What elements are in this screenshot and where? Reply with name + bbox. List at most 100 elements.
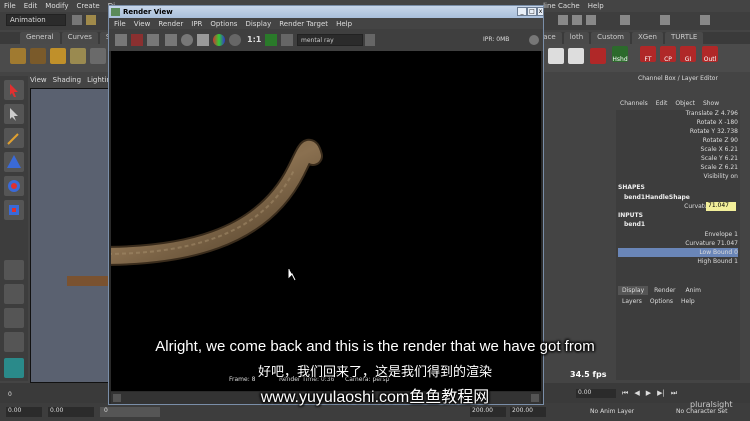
- redo-render-icon[interactable]: [115, 34, 127, 46]
- paint-tool-icon[interactable]: [4, 128, 24, 148]
- tab-display[interactable]: Display: [618, 286, 649, 295]
- shelf-tab-curves[interactable]: Curves: [61, 32, 98, 44]
- range-end-field-2[interactable]: 200.00: [510, 407, 546, 417]
- gear-icon[interactable]: [529, 35, 539, 45]
- snapshot-icon[interactable]: [147, 34, 159, 46]
- rv-menu-display[interactable]: Display: [245, 20, 271, 28]
- real-size-button[interactable]: 1:1: [247, 35, 261, 44]
- shelf-tab-turtle[interactable]: TURTLE: [664, 32, 704, 44]
- rv-menu-render[interactable]: Render: [158, 20, 183, 28]
- tool-icon[interactable]: [90, 48, 106, 64]
- polygon-icon[interactable]: [30, 48, 46, 64]
- scale-tool-icon[interactable]: [4, 200, 24, 220]
- ipr-render-icon[interactable]: [586, 15, 596, 25]
- maximize-button[interactable]: □: [527, 7, 537, 16]
- channel-row[interactable]: Scale X 6.21: [701, 146, 738, 153]
- rv-menu-help[interactable]: Help: [336, 20, 352, 28]
- ipr-icon[interactable]: [131, 34, 143, 46]
- checker-icon[interactable]: [548, 48, 564, 64]
- menu-file[interactable]: File: [4, 2, 16, 10]
- mode-select[interactable]: Animation: [6, 14, 66, 26]
- plane-icon[interactable]: [70, 48, 86, 64]
- anim-layer-select[interactable]: No Anim Layer: [590, 408, 634, 415]
- channel-row[interactable]: High Bound 1: [697, 258, 738, 265]
- viewport-menu-shading[interactable]: Shading: [53, 76, 81, 88]
- curvature-field[interactable]: 71.047: [706, 202, 736, 211]
- options-menu[interactable]: Options: [650, 298, 673, 305]
- refresh-icon[interactable]: [181, 34, 193, 46]
- close-button[interactable]: x: [537, 7, 544, 16]
- channel-row-selected[interactable]: Low Bound 0: [699, 249, 738, 256]
- range-start-field[interactable]: 0.00: [6, 407, 42, 417]
- shelf-tab-custom[interactable]: Custom: [591, 32, 630, 44]
- rgb-channel-icon[interactable]: [213, 34, 225, 46]
- gi-button[interactable]: GI: [680, 46, 696, 63]
- layout-split-icon[interactable]: [4, 308, 24, 328]
- show-menu[interactable]: Show: [703, 100, 719, 107]
- attribute-editor-icon[interactable]: [620, 15, 630, 25]
- lasso-tool-icon[interactable]: [4, 104, 24, 124]
- layout-four-icon[interactable]: [4, 284, 24, 304]
- render-settings-icon[interactable]: [558, 15, 568, 25]
- ft-button[interactable]: FT: [640, 46, 656, 63]
- shelf-tab-cloth[interactable]: loth: [563, 32, 590, 44]
- channels-menu[interactable]: Channels: [620, 100, 648, 107]
- outl-button[interactable]: Outl: [702, 46, 718, 63]
- channel-row[interactable]: Rotate Y 32.738: [690, 128, 738, 135]
- open-scene-icon[interactable]: [86, 15, 96, 25]
- region-icon[interactable]: [165, 34, 177, 46]
- range-bar-handle[interactable]: 0: [100, 407, 160, 417]
- edit-menu[interactable]: Edit: [656, 100, 668, 107]
- cube-icon[interactable]: [10, 48, 26, 64]
- rv-menu-options[interactable]: Options: [210, 20, 237, 28]
- channel-row[interactable]: Curvature 71.047: [685, 240, 738, 247]
- rotate-tool-icon[interactable]: [4, 176, 24, 196]
- minimize-button[interactable]: _: [517, 7, 527, 16]
- cylinder-icon[interactable]: [50, 48, 66, 64]
- menu-create[interactable]: Create: [76, 2, 99, 10]
- alpha-channel-icon[interactable]: [229, 34, 241, 46]
- checker-icon-2[interactable]: [568, 48, 584, 64]
- channel-row[interactable]: Rotate Z 90: [703, 137, 738, 144]
- render-view-titlebar[interactable]: Render View: [109, 6, 543, 18]
- tab-anim[interactable]: Anim: [682, 286, 705, 295]
- channel-row[interactable]: Translate Z 4.796: [686, 110, 738, 117]
- channel-box-icon[interactable]: [700, 15, 710, 25]
- menu-edit[interactable]: Edit: [24, 2, 38, 10]
- channel-row[interactable]: Scale Z 6.21: [701, 164, 738, 171]
- render-frame-icon[interactable]: [572, 15, 582, 25]
- rv-menu-view[interactable]: View: [134, 20, 151, 28]
- character-set-select[interactable]: No Character Set: [676, 408, 727, 415]
- move-tool-icon[interactable]: [4, 152, 24, 172]
- menu-cache[interactable]: line Cache: [543, 2, 580, 10]
- renderer-select[interactable]: mental ray: [297, 34, 363, 46]
- hshd-button[interactable]: Hshd: [612, 46, 628, 63]
- rv-menu-render-target[interactable]: Render Target: [279, 20, 328, 28]
- menu-help[interactable]: Help: [588, 2, 604, 10]
- display-icon[interactable]: [265, 34, 277, 46]
- object-menu[interactable]: Object: [675, 100, 695, 107]
- select-tool-icon[interactable]: [4, 80, 24, 100]
- folder-icon[interactable]: [72, 15, 82, 25]
- channel-row[interactable]: Rotate X -180: [697, 119, 738, 126]
- rv-menu-ipr[interactable]: IPR: [191, 20, 202, 28]
- save-image-icon[interactable]: [281, 34, 293, 46]
- cp-button[interactable]: CP: [660, 46, 676, 63]
- range-end-field[interactable]: 200.00: [470, 407, 506, 417]
- channel-row[interactable]: Visibility on: [703, 173, 738, 180]
- tool-settings-icon[interactable]: [660, 15, 670, 25]
- renderer-options-icon[interactable]: [365, 34, 375, 46]
- channel-row[interactable]: Envelope 1: [705, 231, 738, 238]
- tab-render[interactable]: Render: [650, 286, 679, 295]
- shelf-tab-xgen[interactable]: XGen: [631, 32, 663, 44]
- menu-modify[interactable]: Modify: [45, 2, 68, 10]
- help-menu[interactable]: Help: [681, 298, 695, 305]
- channel-row[interactable]: Scale Y 6.21: [701, 155, 738, 162]
- shelf-tab-general[interactable]: General: [20, 32, 60, 44]
- layers-menu[interactable]: Layers: [622, 298, 642, 305]
- keep-image-icon[interactable]: [197, 34, 209, 46]
- viewport-menu-view[interactable]: View: [30, 76, 47, 88]
- red-shelf-icon[interactable]: [590, 48, 606, 64]
- range-start-field-2[interactable]: 0.00: [48, 407, 94, 417]
- rv-menu-file[interactable]: File: [114, 20, 126, 28]
